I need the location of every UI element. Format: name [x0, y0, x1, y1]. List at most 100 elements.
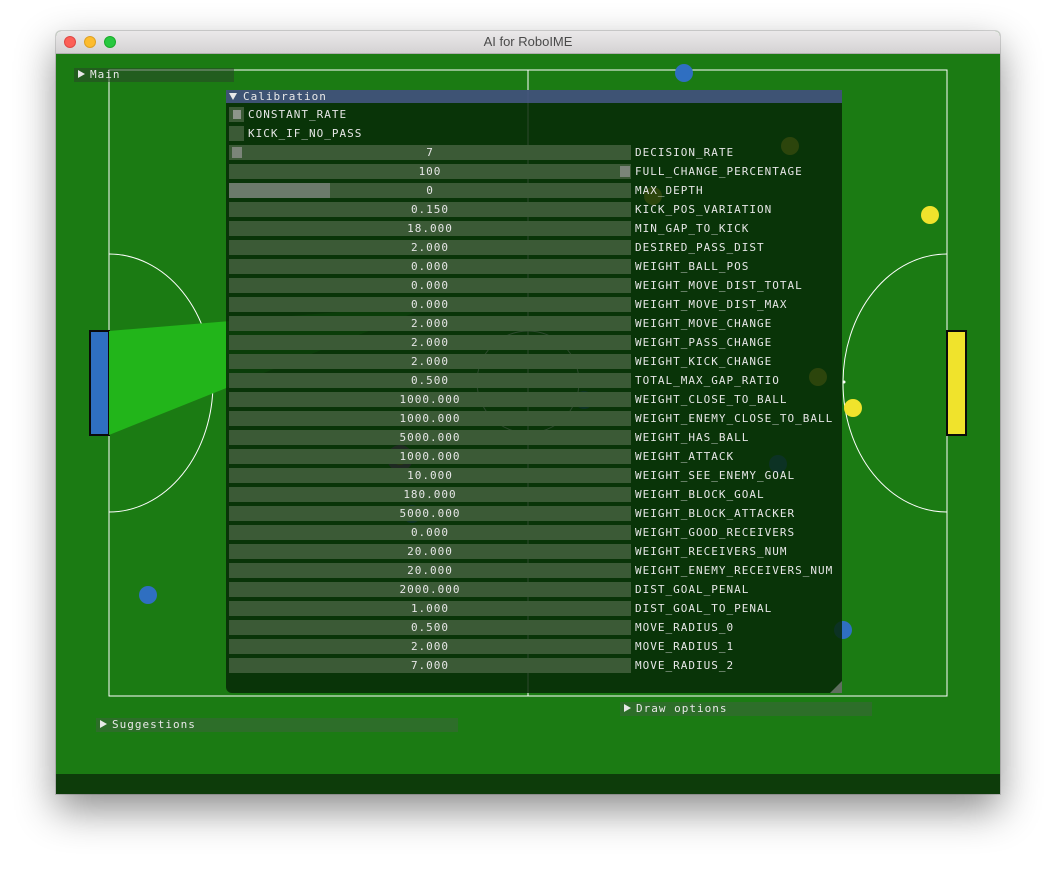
slider-row: 0.000 WEIGHT_BALL_POS	[229, 259, 841, 274]
checkbox[interactable]	[229, 107, 244, 122]
slider-value: 0.000	[410, 298, 450, 311]
slider-row: 20.000 WEIGHT_RECEIVERS_NUM	[229, 544, 841, 559]
slider[interactable]: 20.000	[229, 544, 631, 559]
slider[interactable]: 7	[229, 145, 631, 160]
collapsed-arrow-icon	[100, 720, 107, 728]
slider[interactable]: 2.000	[229, 639, 631, 654]
slider-row: 10.000 WEIGHT_SEE_ENEMY_GOAL	[229, 468, 841, 483]
status-bar	[56, 774, 1000, 794]
checkbox-label: KICK_IF_NO_PASS	[248, 127, 363, 140]
slider-value: 1000.000	[399, 393, 461, 406]
calibration-panel-header[interactable]: Calibration	[226, 90, 842, 103]
slider[interactable]: 2.000	[229, 240, 631, 255]
collapsed-arrow-icon	[78, 70, 85, 78]
slider-row: 5000.000 WEIGHT_HAS_BALL	[229, 430, 841, 445]
slider-label: WEIGHT_KICK_CHANGE	[635, 355, 773, 368]
slider[interactable]: 0.000	[229, 278, 631, 293]
slider-row: 2.000 WEIGHT_PASS_CHANGE	[229, 335, 841, 350]
slider-row: 20.000 WEIGHT_ENEMY_RECEIVERS_NUM	[229, 563, 841, 578]
checkbox-row: CONSTANT_RATE	[229, 107, 829, 122]
slider[interactable]: 2.000	[229, 335, 631, 350]
slider-label: WEIGHT_BLOCK_ATTACKER	[635, 507, 796, 520]
slider-row: 1000.000 WEIGHT_CLOSE_TO_BALL	[229, 392, 841, 407]
right-penalty-area	[842, 253, 948, 513]
slider-label: WEIGHT_ENEMY_CLOSE_TO_BALL	[635, 412, 834, 425]
slider[interactable]: 5000.000	[229, 430, 631, 445]
slider-value: 7.000	[410, 659, 450, 672]
main-menu-label: Main	[90, 68, 121, 81]
slider-value: 0.150	[410, 203, 450, 216]
slider-label: DIST_GOAL_PENAL	[635, 583, 750, 596]
slider[interactable]: 0.000	[229, 259, 631, 274]
slider[interactable]: 0.000	[229, 297, 631, 312]
slider[interactable]: 10.000	[229, 468, 631, 483]
slider[interactable]: 18.000	[229, 221, 631, 236]
slider-row: 7 DECISION_RATE	[229, 145, 841, 160]
slider[interactable]: 7.000	[229, 658, 631, 673]
slider[interactable]: 0.000	[229, 525, 631, 540]
slider-value: 18.000	[407, 222, 453, 235]
slider[interactable]: 100	[229, 164, 631, 179]
slider-value: 0.000	[410, 526, 450, 539]
slider-value: 0	[426, 184, 434, 197]
slider-label: WEIGHT_MOVE_DIST_TOTAL	[635, 279, 803, 292]
penalty-mark	[842, 380, 846, 384]
slider[interactable]: 1000.000	[229, 392, 631, 407]
slider-label: WEIGHT_MOVE_CHANGE	[635, 317, 773, 330]
slider-row: 0 MAX_DEPTH	[229, 183, 841, 198]
slider[interactable]: 2.000	[229, 354, 631, 369]
slider-row: 1.000 DIST_GOAL_TO_PENAL	[229, 601, 841, 616]
slider[interactable]: 0.500	[229, 620, 631, 635]
collapsed-arrow-icon	[624, 704, 631, 712]
slider-value: 20.000	[407, 545, 453, 558]
slider-value: 20.000	[407, 564, 453, 577]
slider[interactable]: 0.500	[229, 373, 631, 388]
main-menu-header[interactable]: Main	[74, 68, 234, 82]
slider[interactable]: 1.000	[229, 601, 631, 616]
title-bar: AI for RoboIME	[56, 31, 1000, 54]
slider-row: 180.000 WEIGHT_BLOCK_GOAL	[229, 487, 841, 502]
slider[interactable]: 1000.000	[229, 411, 631, 426]
slider[interactable]: 180.000	[229, 487, 631, 502]
slider[interactable]: 20.000	[229, 563, 631, 578]
draw-options-menu-header[interactable]: Draw options	[620, 702, 872, 716]
yellow-robot-1	[921, 206, 939, 224]
slider-label: TOTAL_MAX_GAP_RATIO	[635, 374, 780, 387]
slider-value: 0.000	[410, 279, 450, 292]
suggestions-menu-label: Suggestions	[112, 718, 196, 731]
slider[interactable]: 1000.000	[229, 449, 631, 464]
slider-value: 0.500	[410, 621, 450, 634]
slider-value: 1000.000	[399, 450, 461, 463]
soccer-field: Main Calibration CONSTANT_RATE KICK_IF_NO…	[56, 54, 1000, 775]
slider-value: 180.000	[403, 488, 457, 501]
slider-row: 100 FULL_CHANGE_PERCENTAGE	[229, 164, 841, 179]
draw-options-menu-label: Draw options	[636, 702, 728, 715]
blue-robot-2	[139, 586, 157, 604]
blue-robot-1	[675, 64, 693, 82]
slider-label: WEIGHT_BLOCK_GOAL	[635, 488, 765, 501]
slider-value: 2.000	[410, 317, 450, 330]
slider[interactable]: 2.000	[229, 316, 631, 331]
slider-value: 2.000	[410, 640, 450, 653]
resize-grip-icon[interactable]	[830, 681, 842, 693]
slider-row: 2.000 DESIRED_PASS_DIST	[229, 240, 841, 255]
slider-row: 0.000 WEIGHT_GOOD_RECEIVERS	[229, 525, 841, 540]
slider-label: WEIGHT_CLOSE_TO_BALL	[635, 393, 788, 406]
calibration-panel-title: Calibration	[243, 90, 327, 103]
left-goal	[89, 330, 110, 436]
checkbox[interactable]	[229, 126, 244, 141]
slider-row: 0.000 WEIGHT_MOVE_DIST_MAX	[229, 297, 841, 312]
slider-row: 2.000 MOVE_RADIUS_1	[229, 639, 841, 654]
slider-row: 1000.000 WEIGHT_ATTACK	[229, 449, 841, 464]
window-title: AI for RoboIME	[483, 34, 573, 49]
yellow-robot-2	[844, 399, 862, 417]
slider-row: 0.500 TOTAL_MAX_GAP_RATIO	[229, 373, 841, 388]
slider[interactable]: 2000.000	[229, 582, 631, 597]
suggestions-menu-header[interactable]: Suggestions	[96, 718, 458, 732]
slider[interactable]: 0.150	[229, 202, 631, 217]
slider[interactable]: 5000.000	[229, 506, 631, 521]
slider[interactable]: 0	[229, 183, 631, 198]
slider-row: 2000.000 DIST_GOAL_PENAL	[229, 582, 841, 597]
slider-row: 0.500 MOVE_RADIUS_0	[229, 620, 841, 635]
slider-value: 2000.000	[399, 583, 461, 596]
